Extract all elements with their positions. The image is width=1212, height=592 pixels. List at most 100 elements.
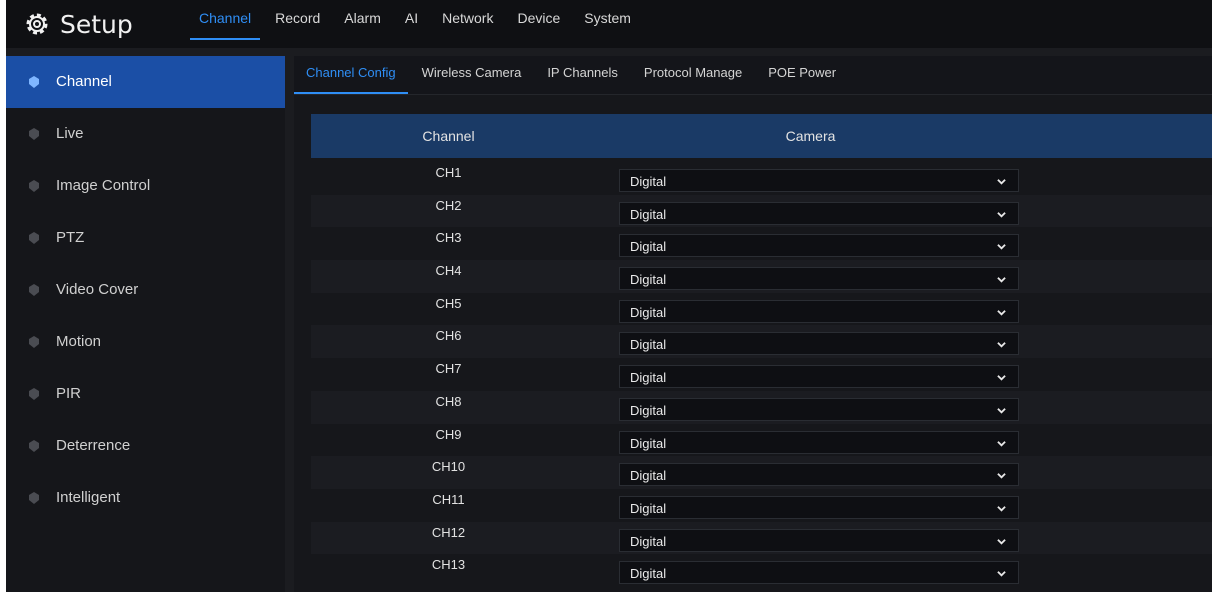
sidebar-item-channel[interactable]: Channel: [6, 56, 285, 108]
table-row: CH10 Digital: [311, 456, 1212, 489]
chevron-down-icon: [997, 244, 1006, 250]
chevron-down-icon: [997, 473, 1006, 479]
shield-bullet-icon: [29, 440, 39, 452]
table-row: CH1 Digital: [311, 162, 1212, 195]
camera-type-select[interactable]: Digital: [619, 332, 1019, 356]
camera-type-value: Digital: [630, 566, 667, 582]
column-header-camera: Camera: [785, 128, 836, 144]
sidebar-item-deterrence[interactable]: Deterrence: [6, 420, 285, 472]
camera-type-select[interactable]: Digital: [619, 397, 1019, 421]
camera-type-select[interactable]: Digital: [619, 561, 1019, 585]
shield-bullet-icon: [29, 180, 39, 192]
camera-type-value: Digital: [630, 370, 667, 386]
sidebar-item-image-control[interactable]: Image Control: [6, 160, 285, 212]
shield-bullet-icon: [29, 76, 39, 88]
channel-label: CH4: [435, 263, 462, 279]
camera-type-select[interactable]: Digital: [619, 299, 1019, 323]
camera-type-select[interactable]: Digital: [619, 267, 1019, 291]
main-tab-ai[interactable]: AI: [396, 0, 427, 40]
channel-label: CH3: [435, 230, 462, 246]
table-row: CH4 Digital: [311, 260, 1212, 293]
shield-bullet-icon: [29, 284, 39, 296]
sidebar-item-intelligent[interactable]: Intelligent: [6, 472, 285, 524]
camera-type-select[interactable]: Digital: [619, 495, 1019, 519]
table-row: CH6 Digital: [311, 325, 1212, 359]
main-content: Channel Config Wireless Camera IP Channe…: [294, 56, 1212, 592]
camera-type-select[interactable]: Digital: [619, 365, 1019, 389]
channel-label: CH10: [431, 459, 466, 475]
table-row: CH3 Digital: [311, 227, 1212, 260]
sidebar-item-label: Live: [56, 125, 84, 142]
camera-type-value: Digital: [630, 500, 667, 516]
sidebar: Channel Live Image Control PTZ Video Cov…: [6, 56, 285, 592]
table-row: CH9 Digital: [311, 424, 1212, 457]
camera-type-select[interactable]: Digital: [619, 169, 1019, 192]
tab-ip-channels[interactable]: IP Channels: [535, 56, 630, 94]
channel-label: CH5: [435, 295, 462, 311]
chevron-down-icon: [997, 505, 1006, 512]
camera-type-select[interactable]: Digital: [619, 234, 1019, 258]
app-logo: Setup: [24, 8, 133, 40]
chevron-down-icon: [997, 309, 1006, 316]
channel-label: CH11: [432, 491, 465, 507]
camera-type-select[interactable]: Digital: [619, 201, 1019, 225]
table-row: CH12 Digital: [311, 521, 1212, 555]
chevron-down-icon: [997, 211, 1006, 218]
tab-poe-power[interactable]: POE Power: [756, 56, 848, 94]
sidebar-item-label: Motion: [56, 333, 102, 350]
sidebar-item-label: Video Cover: [56, 281, 139, 298]
chevron-down-icon: [997, 538, 1006, 545]
sidebar-item-pir[interactable]: PIR: [6, 368, 285, 420]
sidebar-item-live[interactable]: Live: [6, 108, 285, 160]
tab-protocol-manage[interactable]: Protocol Manage: [632, 56, 754, 94]
chevron-down-icon: [997, 342, 1006, 349]
sub-tabs: Channel Config Wireless Camera IP Channe…: [294, 56, 1212, 95]
sidebar-item-label: Channel: [56, 73, 112, 90]
app-window: Setup Channel Record Alarm AI Network De…: [6, 0, 1212, 592]
sidebar-item-label: PIR: [56, 385, 82, 402]
table-header: Channel Camera: [311, 114, 1212, 158]
sidebar-item-video-cover[interactable]: Video Cover: [6, 264, 285, 316]
channel-label: CH2: [435, 197, 462, 213]
shield-bullet-icon: [29, 232, 39, 244]
main-tab-record[interactable]: Record: [266, 0, 329, 40]
camera-type-select[interactable]: Digital: [619, 430, 1019, 454]
camera-type-value: Digital: [630, 174, 667, 189]
chevron-down-icon: [997, 440, 1006, 447]
main-tab-device[interactable]: Device: [508, 0, 569, 40]
table-row: CH5 Digital: [311, 293, 1212, 326]
chevron-down-icon: [997, 277, 1006, 283]
tab-wireless-camera[interactable]: Wireless Camera: [410, 56, 534, 94]
camera-type-value: Digital: [630, 337, 667, 353]
shield-bullet-icon: [29, 336, 39, 348]
camera-type-value: Digital: [630, 206, 667, 222]
main-tab-network[interactable]: Network: [433, 0, 502, 40]
app-title: Setup: [60, 9, 133, 39]
camera-type-value: Digital: [630, 468, 667, 484]
shield-bullet-icon: [29, 388, 39, 400]
camera-type-value: Digital: [630, 304, 667, 320]
sidebar-item-label: Image Control: [56, 177, 151, 194]
camera-type-value: Digital: [630, 435, 667, 451]
table-row: CH7 Digital: [311, 358, 1212, 391]
table-row: CH2 Digital: [311, 194, 1212, 228]
main-tab-channel[interactable]: Channel: [190, 0, 261, 40]
tab-channel-config[interactable]: Channel Config: [294, 56, 408, 94]
main-tab-system[interactable]: System: [575, 0, 640, 40]
channel-label: CH7: [435, 361, 462, 377]
table-row: CH13 Digital: [311, 554, 1212, 587]
sidebar-item-label: Deterrence: [56, 437, 131, 454]
main-tab-alarm[interactable]: Alarm: [335, 0, 390, 40]
sidebar-item-motion[interactable]: Motion: [6, 316, 285, 368]
chevron-down-icon: [997, 375, 1006, 381]
sidebar-item-ptz[interactable]: PTZ: [6, 212, 285, 264]
table-row: CH11 Digital: [311, 489, 1212, 522]
channel-label: CH12: [431, 524, 466, 540]
camera-type-value: Digital: [630, 533, 667, 549]
channel-label: CH8: [435, 393, 462, 409]
camera-type-value: Digital: [630, 402, 667, 418]
camera-type-select[interactable]: Digital: [619, 463, 1019, 487]
camera-type-select[interactable]: Digital: [619, 528, 1019, 552]
table-row: CH8 Digital: [311, 390, 1212, 424]
sidebar-item-label: Intelligent: [56, 489, 121, 506]
